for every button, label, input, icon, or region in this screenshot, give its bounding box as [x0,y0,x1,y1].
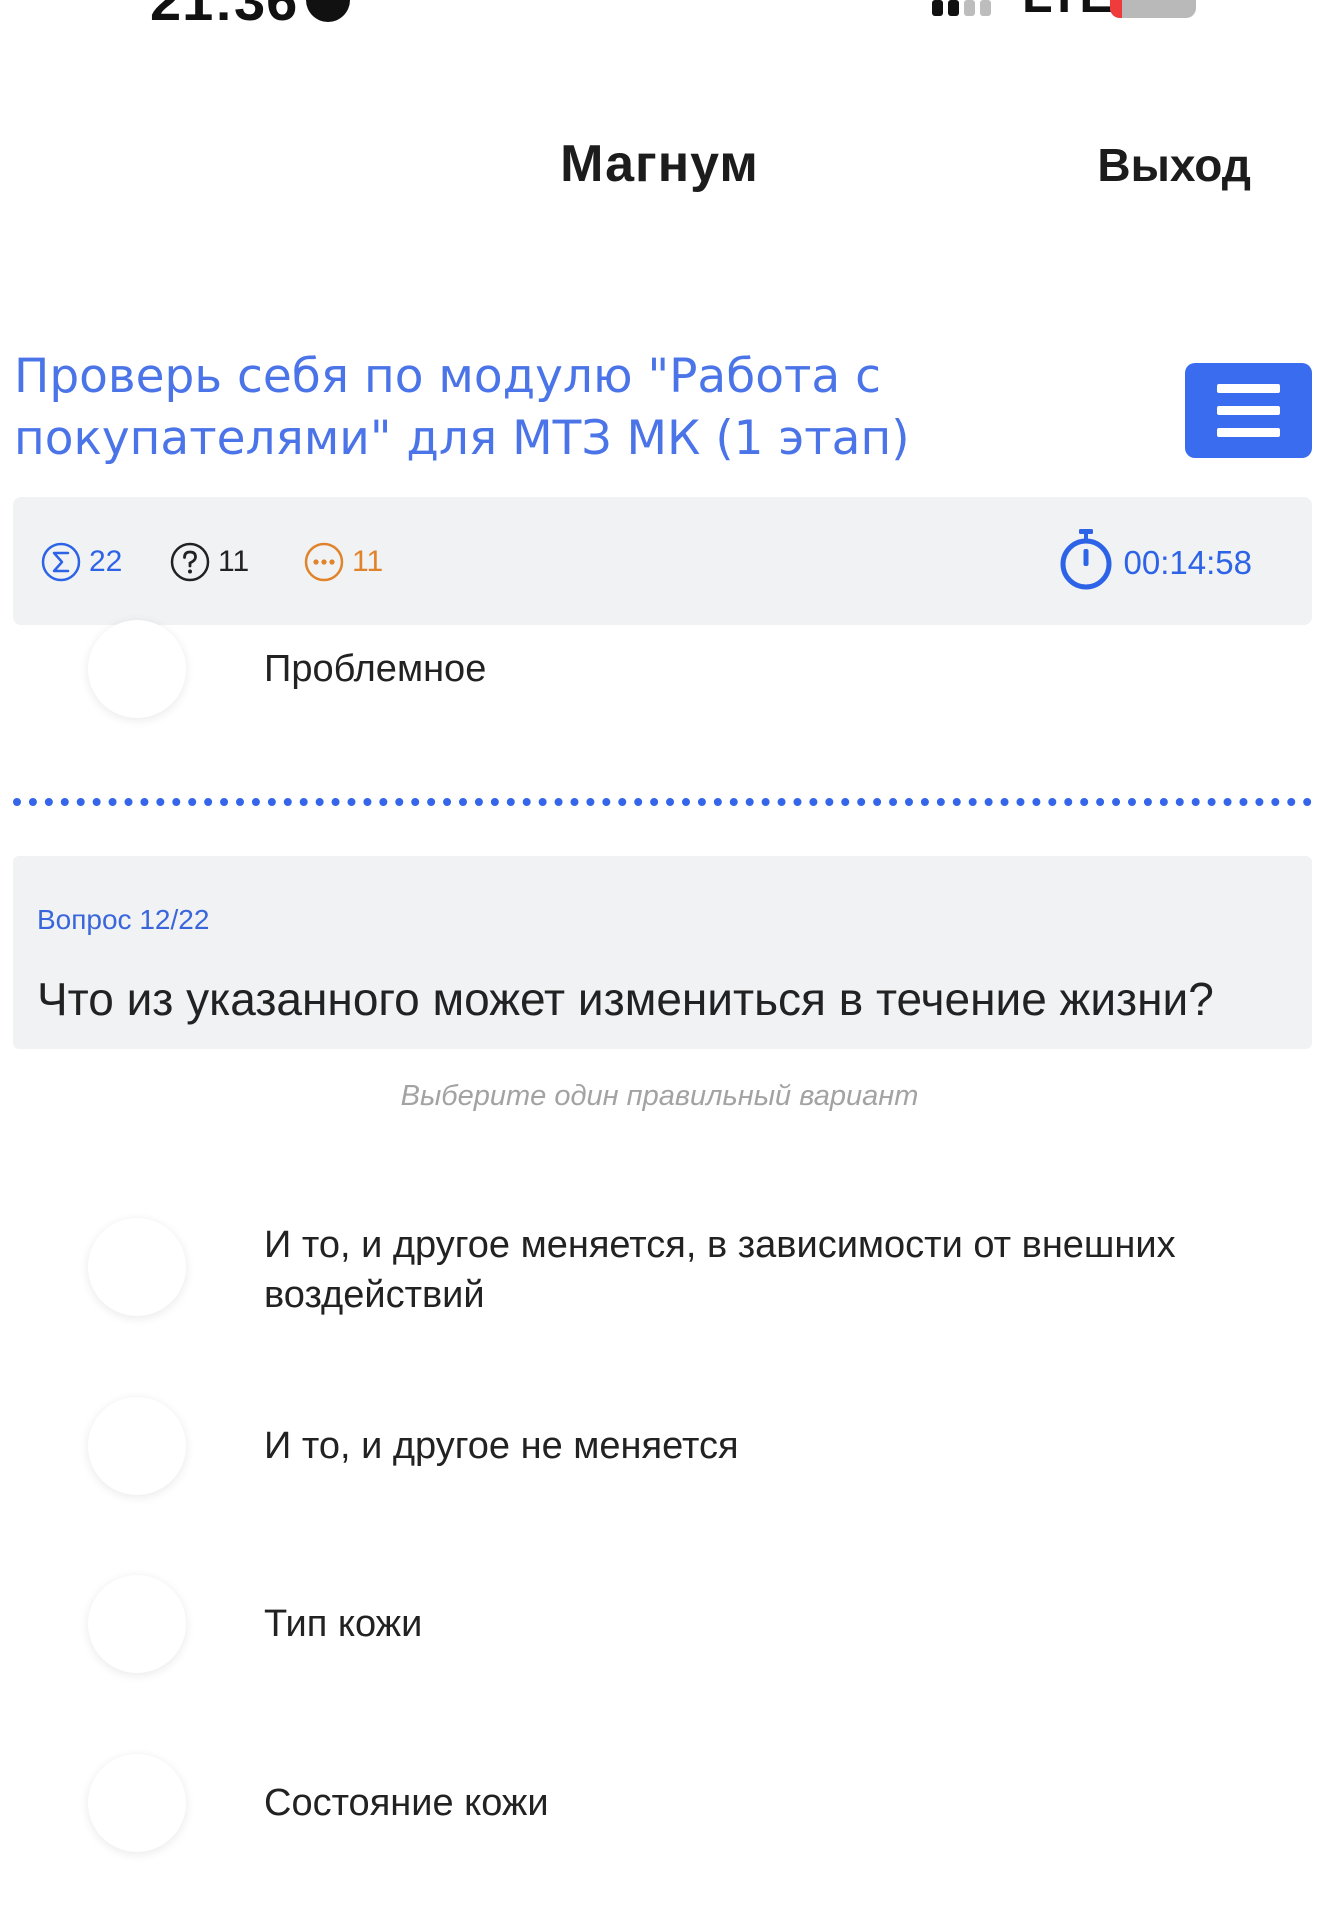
sigma-icon [41,542,81,582]
option-radio[interactable] [88,1218,186,1316]
stats-panel: 22 11 11 00:14:58 [13,497,1312,625]
option-label: И то, и другое не меняется [264,1425,739,1467]
network-type: LTE [1022,0,1113,24]
option-radio[interactable] [88,620,186,718]
stopwatch-icon [1058,527,1114,599]
do-not-disturb-icon [306,0,350,22]
signal-icon [932,0,996,16]
option-label: Состояние кожи [264,1782,549,1824]
question-icon [170,542,210,582]
option-label: И то, и другое меняется, в зависимости о… [264,1224,1176,1316]
option-radio[interactable] [88,1397,186,1495]
ellipsis-icon [304,542,344,582]
timer: 00:14:58 [1058,527,1252,599]
answered-count: 11 [218,545,250,578]
remaining-count: 11 [352,545,384,578]
question-divider [13,798,1312,806]
stat-remaining: 11 [304,542,383,582]
option-radio[interactable] [88,1575,186,1673]
menu-button[interactable] [1185,363,1312,458]
stat-total: 22 [41,542,122,582]
test-title: Проверь себя по модулю "Работа с покупат… [14,349,910,466]
answer-hint: Выберите один правильный вариант [400,1080,919,1112]
option-label: Тип кожи [264,1603,423,1645]
option-radio[interactable] [88,1754,186,1852]
question-number: Вопрос 12/22 [37,904,210,935]
status-time: 21:36 [150,0,298,24]
exit-button[interactable]: Выход [1097,138,1251,192]
total-count: 22 [89,545,123,578]
battery-icon [1110,0,1196,18]
timer-value: 00:14:58 [1123,544,1252,581]
question-card: Вопрос 12/22 Что из указанного может изм… [13,856,1312,1049]
option-label: Проблемное [264,648,487,690]
status-bar: 21:36 LTE [0,0,1319,24]
stat-answered: 11 [170,542,249,582]
question-text: Что из указанного может измениться в теч… [37,973,1214,1025]
